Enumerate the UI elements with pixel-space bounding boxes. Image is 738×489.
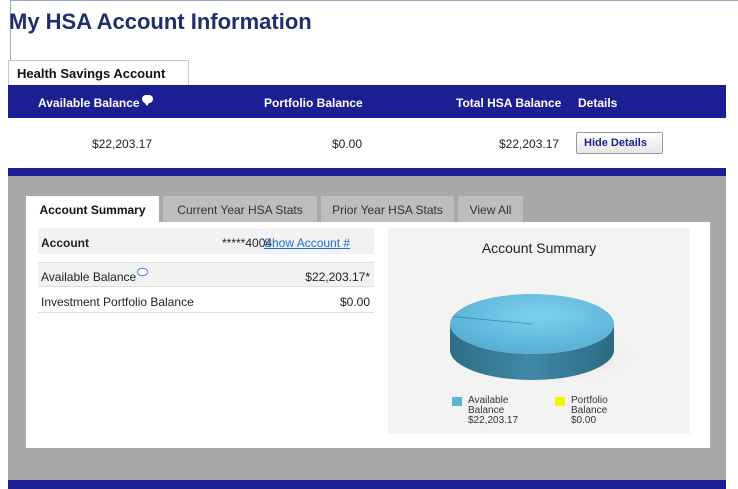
tab-view-all[interactable]: View All [458, 196, 523, 222]
tab-current-year-hsa-stats[interactable]: Current Year HSA Stats [163, 196, 317, 222]
legend-text-available: Available Balance $22,203.17 [468, 396, 528, 426]
header-total-hsa-balance: Total HSA Balance [456, 96, 562, 110]
info-bubble-icon[interactable] [137, 268, 149, 276]
summary-row-investment-portfolio: Investment Portfolio Balance $0.00 [38, 288, 374, 313]
total-hsa-balance-value: $22,203.17 [499, 137, 560, 151]
portfolio-balance-value: $0.00 [332, 137, 363, 151]
header-portfolio-balance: Portfolio Balance [264, 96, 363, 110]
tab-account-summary[interactable]: Account Summary [26, 196, 159, 222]
account-summary-panel: Account *****4004 Show Account # Availab… [26, 222, 710, 448]
summary-row-value: $22,203.17* [305, 270, 370, 284]
info-bubble-icon[interactable] [141, 95, 153, 106]
page-title: My HSA Account Information [9, 9, 312, 34]
summary-row-value: $0.00 [339, 295, 370, 309]
pie-chart [450, 294, 641, 386]
header-available-balance: Available Balance [38, 95, 153, 110]
header-available-balance-label: Available Balance [38, 96, 140, 110]
hide-details-button[interactable]: Hide Details [576, 132, 663, 154]
legend-swatch-available [452, 397, 462, 406]
account-label: Account [41, 236, 89, 250]
show-account-link[interactable]: Show Account # [264, 236, 350, 250]
tab-prior-year-hsa-stats[interactable]: Prior Year HSA Stats [321, 196, 454, 222]
account-row: Account *****4004 Show Account # [38, 228, 374, 254]
divider [8, 168, 726, 176]
available-balance-value: $22,203.17 [92, 137, 153, 151]
available-balance-label: Available Balance [41, 270, 137, 284]
summary-row-label: Investment Portfolio Balance [41, 295, 194, 309]
legend-text-portfolio: Portfolio Balance $0.00 [571, 396, 631, 426]
bottom-bar [8, 480, 726, 489]
header-details: Details [578, 96, 618, 110]
balance-header-bar: Available Balance Portfolio Balance Tota… [8, 85, 726, 118]
summary-row-available-balance: Available Balance $22,203.17* [38, 262, 374, 287]
summary-row-label: Available Balance [41, 268, 149, 284]
legend-line: $0.00 [571, 415, 597, 426]
tab-health-savings-account[interactable]: Health Savings Account [8, 60, 189, 85]
legend-line: $22,203.17 [468, 415, 519, 426]
balance-values-row: $22,203.17 $0.00 $22,203.17 Hide Details [8, 118, 726, 168]
account-summary-chart: Account Summary Available Balance $22,20… [388, 228, 690, 434]
legend-swatch-portfolio [555, 397, 565, 406]
